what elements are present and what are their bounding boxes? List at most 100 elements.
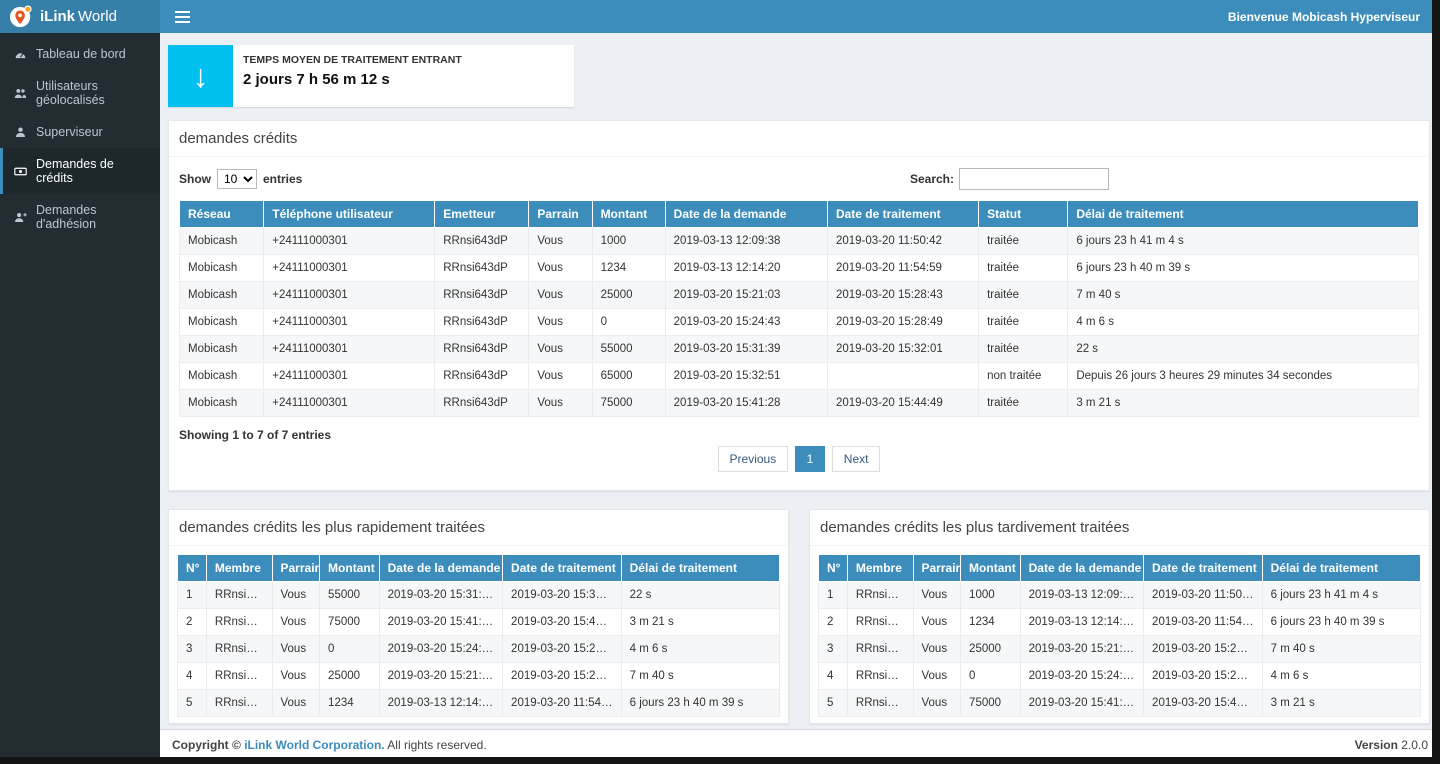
table-cell: 2019-03-20 15:31:39 (379, 582, 502, 609)
welcome-message[interactable]: Bienvenue Mobicash Hyperviseur (1228, 10, 1440, 24)
table-row: Mobicash+24111000301RRnsi643dPVous750002… (180, 390, 1419, 417)
table-cell: RRnsi643dP (206, 609, 272, 636)
average-processing-time-infobox: ↓ TEMPS MOYEN DE TRAITEMENT ENTRANT 2 jo… (168, 45, 574, 107)
table-cell: traitée (979, 390, 1068, 417)
infobox-label: TEMPS MOYEN DE TRAITEMENT ENTRANT (243, 54, 462, 66)
column-header[interactable]: Emetteur (435, 201, 529, 228)
table-cell: traitée (979, 309, 1068, 336)
table-cell: 4 m 6 s (1068, 309, 1419, 336)
column-header[interactable]: N° (819, 555, 848, 582)
column-header[interactable]: Montant (320, 555, 380, 582)
column-header[interactable]: Membre (206, 555, 272, 582)
table-cell: RRnsi643dP (435, 282, 529, 309)
table-cell: +24111000301 (264, 309, 435, 336)
page-content: ↓ TEMPS MOYEN DE TRAITEMENT ENTRANT 2 jo… (160, 33, 1440, 729)
table-cell: 75000 (320, 609, 380, 636)
table-cell: 2019-03-20 15:32:01 (827, 336, 978, 363)
table-cell: 7 m 40 s (1262, 636, 1420, 663)
credit-requests-panel: demandes crédits Show 10 entries Search: (168, 120, 1430, 491)
page-length-select[interactable]: 10 (217, 169, 257, 189)
column-header[interactable]: Date de la demande (665, 201, 827, 228)
table-cell: Vous (913, 609, 961, 636)
sidebar-item-label: Utilisateurs géolocalisés (36, 79, 151, 107)
rights-text: All rights reserved. (387, 738, 486, 752)
table-cell: 2019-03-13 12:14:20 (665, 255, 827, 282)
table-row: 1RRnsi643dPVous550002019-03-20 15:31:392… (178, 582, 780, 609)
table-cell: RRnsi643dP (206, 663, 272, 690)
table-cell: 2019-03-20 15:32:01 (503, 582, 622, 609)
column-header[interactable]: N° (178, 555, 207, 582)
table-cell: 75000 (961, 690, 1021, 717)
table-cell: 2019-03-20 15:21:03 (1020, 636, 1143, 663)
column-header[interactable]: Délai de traitement (1068, 201, 1419, 228)
table-cell: 0 (592, 309, 665, 336)
column-header[interactable]: Parrain (272, 555, 320, 582)
sidebar-toggle-button[interactable] (160, 0, 204, 33)
column-header[interactable]: Parrain (529, 201, 592, 228)
table-cell: Vous (272, 636, 320, 663)
entries-label: entries (263, 172, 302, 186)
table-cell: 2019-03-20 15:21:03 (665, 282, 827, 309)
table-cell: RRnsi643dP (435, 255, 529, 282)
brand-logo[interactable]: iLinkWorld (0, 0, 160, 33)
table-cell: Vous (272, 609, 320, 636)
previous-page-button[interactable]: Previous (718, 446, 789, 472)
company-link[interactable]: iLink World Corporation. (244, 738, 384, 752)
column-header[interactable]: Montant (592, 201, 665, 228)
table-cell: 2019-03-20 11:50:42 (827, 228, 978, 255)
column-header[interactable]: Statut (979, 201, 1068, 228)
column-header[interactable]: Membre (847, 555, 913, 582)
table-cell: RRnsi643dP (847, 582, 913, 609)
panel-title: demandes crédits (169, 121, 1429, 157)
table-header-row: RéseauTéléphone utilisateurEmetteurParra… (180, 201, 1419, 228)
table-cell: 4 (178, 663, 207, 690)
table-header-row: N°MembreParrainMontantDate de la demande… (819, 555, 1421, 582)
table-cell: 2019-03-20 11:54:59 (827, 255, 978, 282)
version-value: 2.0.0 (1401, 738, 1428, 752)
table-row: Mobicash+24111000301RRnsi643dPVous250002… (180, 282, 1419, 309)
table-cell: RRnsi643dP (847, 690, 913, 717)
sidebar-item-tableau-de-bord[interactable]: Tableau de bord (0, 38, 160, 70)
search-input[interactable] (959, 168, 1109, 190)
brand-name-rest: World (78, 8, 117, 25)
table-cell: non traitée (979, 363, 1068, 390)
column-header[interactable]: Délai de traitement (1262, 555, 1420, 582)
table-cell: 4 (819, 663, 848, 690)
column-header[interactable]: Montant (961, 555, 1021, 582)
table-cell: Vous (529, 390, 592, 417)
table-cell: 5 (819, 690, 848, 717)
sidebar-item-superviseur[interactable]: Superviseur (0, 116, 160, 148)
table-cell: 22 s (621, 582, 779, 609)
table-row: 5RRnsi643dPVous750002019-03-20 15:41:282… (819, 690, 1421, 717)
table-row: 3RRnsi643dPVous02019-03-20 15:24:432019-… (178, 636, 780, 663)
table-row: 5RRnsi643dPVous12342019-03-13 12:14:2020… (178, 690, 780, 717)
table-row: Mobicash+24111000301RRnsi643dPVous100020… (180, 228, 1419, 255)
sidebar-item-demandes-adhesion[interactable]: Demandes d'adhésion (0, 194, 160, 240)
table-cell: traitée (979, 282, 1068, 309)
column-header[interactable]: Date de traitement (503, 555, 622, 582)
table-cell: Vous (272, 663, 320, 690)
table-cell: 1234 (592, 255, 665, 282)
next-page-button[interactable]: Next (832, 446, 881, 472)
table-cell: 3 m 21 s (1068, 390, 1419, 417)
fastest-processed-table: N°MembreParrainMontantDate de la demande… (177, 554, 780, 717)
table-cell: 22 s (1068, 336, 1419, 363)
vertical-scrollbar[interactable] (1432, 0, 1440, 764)
column-header[interactable]: Date de la demande (1020, 555, 1143, 582)
column-header[interactable]: Date de traitement (827, 201, 978, 228)
table-cell: 3 m 21 s (1262, 690, 1420, 717)
sidebar-item-utilisateurs-geolocalises[interactable]: Utilisateurs géolocalisés (0, 70, 160, 116)
column-header[interactable]: Parrain (913, 555, 961, 582)
horizontal-scrollbar[interactable] (0, 757, 1440, 764)
column-header[interactable]: Téléphone utilisateur (264, 201, 435, 228)
column-header[interactable]: Date de la demande (379, 555, 502, 582)
column-header[interactable]: Délai de traitement (621, 555, 779, 582)
money-icon (14, 165, 27, 178)
table-cell: 2 (178, 609, 207, 636)
sidebar-item-demandes-de-credits[interactable]: Demandes de crédits (0, 148, 160, 194)
column-header[interactable]: Réseau (180, 201, 264, 228)
column-header[interactable]: Date de traitement (1144, 555, 1263, 582)
page-1-button[interactable]: 1 (795, 446, 826, 472)
table-cell: 3 (819, 636, 848, 663)
table-cell: Vous (529, 363, 592, 390)
